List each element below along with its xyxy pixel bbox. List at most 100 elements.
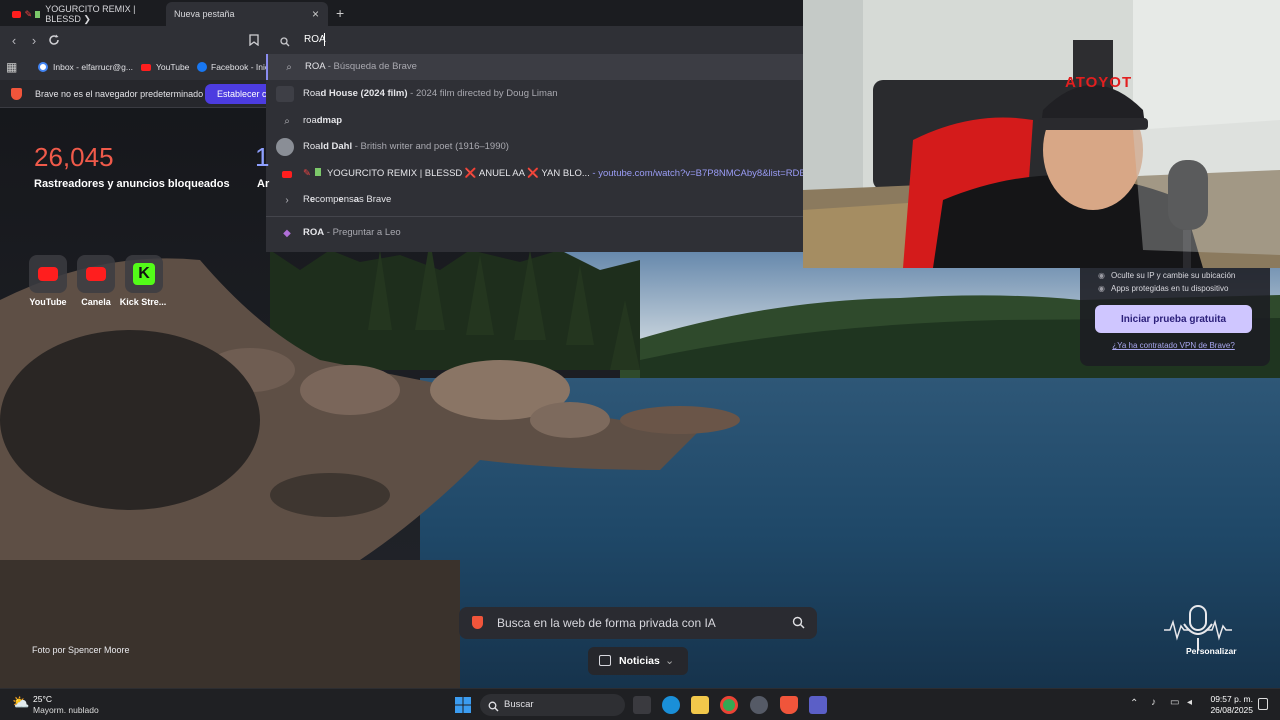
suggestion-item[interactable]: ⌕ roadmap xyxy=(266,108,803,134)
infobar-text: Brave no es el navegador predeterminado xyxy=(35,89,204,99)
tab-label: Nueva pestaña xyxy=(174,9,235,19)
second-stat-count: 1 xyxy=(255,142,270,172)
omnibox-suggestions: ⌕ ROA - Búsqueda de Brave Road House (20… xyxy=(266,54,803,252)
trackers-count: 26,045 xyxy=(34,142,114,172)
vpn-link[interactable]: ¿Ya ha contratado VPN de Brave? xyxy=(1095,341,1252,350)
suggestion-title: d House (2024 film) xyxy=(320,88,408,99)
trackers-label: Rastreadores y anuncios bloqueados xyxy=(34,178,230,190)
back-icon[interactable]: ‹ xyxy=(6,32,22,48)
vpn-feature: ◉ Apps protegidas en tu dispositivo xyxy=(1098,284,1229,293)
bookmark-facebook[interactable]: Facebook - Inic xyxy=(197,58,269,76)
brave-icon[interactable] xyxy=(780,696,798,714)
ai-search-box[interactable]: Busca en la web de forma privada con IA xyxy=(459,607,817,639)
reload-icon[interactable] xyxy=(46,32,62,48)
bookmark-label: YouTube xyxy=(156,62,190,72)
tab-new[interactable]: Nueva pestaña × xyxy=(166,2,328,26)
taskbar-search-label: Buscar xyxy=(504,699,534,710)
suggestion-item[interactable]: ⌕ ROA - Búsqueda de Brave xyxy=(266,54,803,80)
news-button[interactable]: Noticias ⌄ xyxy=(588,647,688,675)
suggestion-subtitle: - Preguntar a Leo xyxy=(324,227,401,238)
suggestion-subtitle: - Búsqueda de Brave xyxy=(325,61,417,72)
suggestion-item[interactable]: ◆ ROA - Preguntar a Leo xyxy=(266,220,803,246)
suggestion-title: YOGURCITO REMIX | BLESSD ❌ ANUEL AA ❌ YA… xyxy=(326,168,590,179)
bookmark-icon[interactable] xyxy=(246,32,262,48)
portrait-icon xyxy=(276,138,294,156)
new-tab-button[interactable]: + xyxy=(336,5,344,21)
tab-youtube[interactable]: ✎ YOGURCITO REMIX | BLESSD ❯ xyxy=(4,2,164,26)
suggestion-title: dmap xyxy=(316,115,343,126)
shortcut-canela[interactable] xyxy=(77,255,115,293)
weather-icon: ⛅ xyxy=(12,694,30,710)
volume-icon[interactable]: ◂ xyxy=(1187,697,1192,708)
set-default-button[interactable]: Establecer co xyxy=(205,84,275,104)
webcam-overlay: ATOYOT xyxy=(803,0,1280,268)
weather-desc[interactable]: Mayorm. nublado xyxy=(33,705,99,715)
address-bar[interactable]: ROA xyxy=(268,29,803,51)
shortcut-youtube[interactable] xyxy=(29,255,67,293)
search-icon xyxy=(280,34,290,52)
suggestion-item[interactable]: Roald Dahl - British writer and poet (19… xyxy=(266,134,803,160)
suggestion-title: ROA xyxy=(305,61,326,72)
widgets-icon[interactable] xyxy=(633,696,651,714)
cap-logo-text: ATOYOT xyxy=(1065,74,1133,91)
brave-icon xyxy=(11,88,22,100)
shortcut-label: YouTube xyxy=(29,297,67,307)
suggestion-prefix: Roa xyxy=(303,88,321,99)
youtube-icon xyxy=(12,10,21,18)
shortcut-kick[interactable]: K xyxy=(125,255,163,293)
search-placeholder: Busca en la web de forma privada con IA xyxy=(497,616,716,630)
taskbar-search[interactable]: Buscar xyxy=(480,694,625,716)
photo-credit[interactable]: Foto por Spencer Moore xyxy=(32,645,130,655)
leo-icon: ◆ xyxy=(283,227,291,239)
default-browser-infobar: Brave no es el navegador predeterminado … xyxy=(0,80,275,108)
brave-icon xyxy=(472,616,483,629)
news-label: Noticias xyxy=(619,655,660,667)
close-icon[interactable]: × xyxy=(312,7,319,21)
bookmark-youtube[interactable]: YouTube xyxy=(141,58,189,76)
bookmarks-bar: ▦ Inbox - elfarrucr@g... YouTube Faceboo… xyxy=(0,54,269,80)
chevron-up-icon[interactable]: ⌃ xyxy=(1130,698,1138,709)
edge-icon[interactable] xyxy=(662,696,680,714)
clock-date[interactable]: 26/08/2025 xyxy=(1203,705,1253,715)
suggestion-prefix: Roa xyxy=(303,141,321,152)
customize-button[interactable]: Personalizar xyxy=(1186,646,1237,656)
suggestion-item[interactable]: › Recompensas Brave xyxy=(266,187,803,213)
suggestion-title: ROA xyxy=(303,227,325,238)
suggestion-item[interactable]: Road House (2024 film) - 2024 film direc… xyxy=(266,81,803,107)
bookmark-label: Facebook - Inic xyxy=(211,62,270,72)
youtube-icon xyxy=(38,267,58,281)
vpn-card: ◉ Oculte su IP y cambie su ubicación ◉ App… xyxy=(1080,268,1270,366)
weather-temp[interactable]: 25°C xyxy=(33,694,52,704)
search-icon[interactable] xyxy=(792,616,805,634)
lock-icon xyxy=(314,168,321,176)
tab-label: YOGURCITO REMIX | BLESSD ❯ xyxy=(45,3,136,24)
youtube-icon xyxy=(280,167,294,181)
google-icon xyxy=(38,62,48,72)
bookmark-inbox[interactable]: Inbox - elfarrucr@g... xyxy=(38,58,133,76)
youtube-icon xyxy=(141,63,151,71)
shortcut-label: Canela xyxy=(81,297,111,307)
windows-start-icon[interactable] xyxy=(455,697,471,713)
chrome-icon[interactable] xyxy=(720,696,738,714)
address-input[interactable]: ROA xyxy=(304,34,326,45)
clock-time[interactable]: 09:57 p. m. xyxy=(1203,694,1253,704)
network-icon[interactable]: ▭ xyxy=(1170,697,1179,708)
notification-icon[interactable] xyxy=(1258,698,1268,710)
file-explorer-icon[interactable] xyxy=(691,696,709,714)
suggestion-item[interactable]: ✎ YOGURCITO REMIX | BLESSD ❌ ANUEL AA ❌ Y… xyxy=(266,161,803,187)
check-icon: ◉ xyxy=(1098,271,1105,280)
search-icon: ⌕ xyxy=(286,61,292,73)
tab-strip: ✎ YOGURCITO REMIX | BLESSD ❯ Nueva pesta… xyxy=(0,0,803,26)
thumbnail-icon xyxy=(276,86,294,102)
forward-icon[interactable]: › xyxy=(26,32,42,48)
microphone-icon[interactable]: ♪ xyxy=(1151,697,1156,708)
vpn-trial-button[interactable]: Iniciar prueba gratuita xyxy=(1095,305,1252,333)
suggestion-prefix: roa xyxy=(303,115,317,126)
chevron-right-icon: › xyxy=(285,194,289,206)
text-cursor xyxy=(324,33,325,46)
teams-icon[interactable] xyxy=(809,696,827,714)
obs-icon[interactable] xyxy=(750,696,768,714)
apps-grid-icon[interactable]: ▦ xyxy=(6,58,17,76)
bookmark-label: Inbox - elfarrucr@g... xyxy=(53,62,133,72)
newspaper-icon xyxy=(599,655,611,666)
